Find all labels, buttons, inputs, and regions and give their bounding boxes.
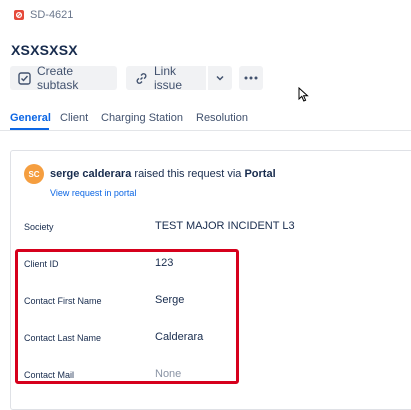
request-raised-line: serge calderara raised this request via … [50,167,276,181]
create-subtask-button[interactable]: Create subtask [10,64,117,92]
link-issue-dropdown-button[interactable] [208,66,232,90]
tab-general[interactable]: General [10,111,51,125]
issue-key[interactable]: SD-4621 [30,8,73,22]
tab-charging-station[interactable]: Charging Station [101,111,183,125]
link-icon [135,72,148,85]
issue-title[interactable]: XSXSXSX [11,41,78,59]
avatar[interactable]: SC [24,164,44,184]
more-icon [244,76,258,80]
raised-text: raised this request via [134,168,242,180]
more-actions-button[interactable] [239,66,263,90]
active-tab-indicator [10,128,49,130]
chevron-down-icon [215,73,225,83]
link-issue-button[interactable]: Link issue [126,64,206,92]
field-label-society: Society [24,222,54,232]
subtask-icon [18,71,31,85]
tab-client[interactable]: Client [60,111,88,125]
field-value-society[interactable]: TEST MAJOR INCIDENT L3 [155,219,295,233]
create-subtask-label: Create subtask [37,64,79,92]
link-issue-label: Link issue [154,64,183,92]
tab-resolution[interactable]: Resolution [196,111,248,125]
mouse-cursor-icon [298,86,309,107]
request-channel: Portal [244,168,276,180]
requester-name[interactable]: serge calderara [50,168,131,180]
issue-type-icon [14,10,24,20]
view-request-link[interactable]: View request in portal [50,187,136,199]
tab-divider [0,130,411,131]
highlight-box [15,249,239,384]
